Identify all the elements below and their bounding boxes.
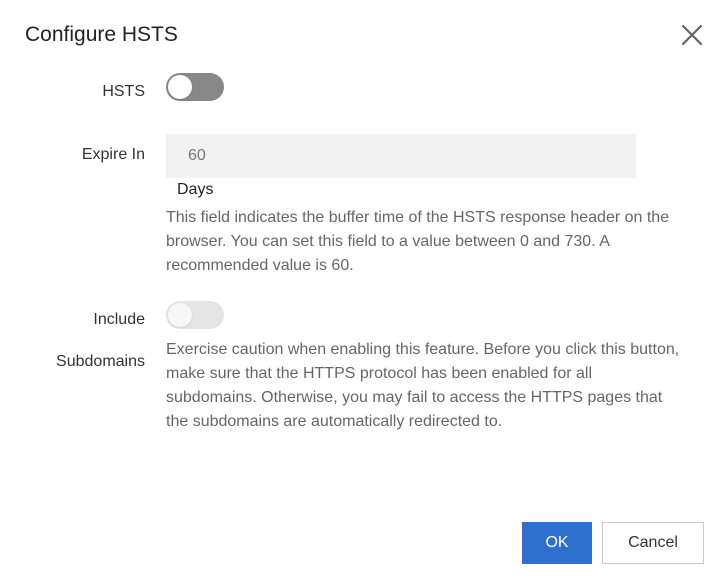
hsts-label: HSTS — [102, 83, 145, 100]
close-icon[interactable] — [678, 21, 706, 49]
include-subdomains-label-line2: Subdomains — [56, 353, 145, 370]
cancel-button[interactable]: Cancel — [602, 522, 704, 564]
include-subdomains-label-line1: Include — [93, 311, 145, 328]
toggle-knob — [168, 75, 192, 99]
expire-in-label: Expire In — [81, 146, 145, 163]
hsts-toggle[interactable] — [166, 73, 224, 101]
dialog-title: Configure HSTS — [25, 23, 178, 46]
expire-unit-label: Days — [177, 181, 214, 198]
configure-hsts-dialog: Configure HSTS HSTS Expire In Days This … — [0, 0, 724, 580]
ok-button[interactable]: OK — [522, 522, 592, 564]
expire-in-input[interactable] — [166, 134, 636, 178]
include-subdomains-toggle[interactable] — [166, 301, 224, 329]
expire-help-text: This field indicates the buffer time of … — [166, 209, 670, 274]
toggle-knob — [168, 303, 192, 327]
subdomains-help-text: Exercise caution when enabling this feat… — [166, 341, 680, 430]
